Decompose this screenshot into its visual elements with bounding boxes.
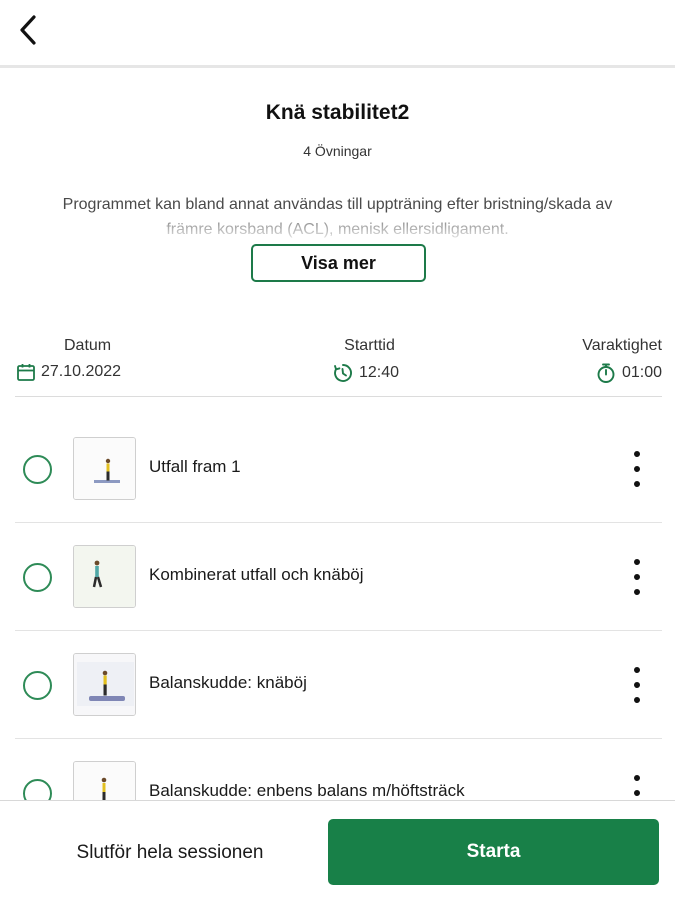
- start-time-value: 12:40: [359, 364, 400, 381]
- duration-info: Varaktighet 01:00: [582, 336, 662, 384]
- date-info: Datum 27.10.2022: [16, 336, 121, 382]
- app-screen: Knä stabilitet2 4 Övningar Programmet ka…: [0, 0, 675, 900]
- more-options-icon[interactable]: [627, 667, 647, 703]
- duration-label: Varaktighet: [582, 337, 662, 354]
- exercise-thumbnail: [73, 545, 136, 608]
- exercise-name: Balanskudde: knäböj: [149, 673, 307, 692]
- list-item[interactable]: Balanskudde: knäböj: [0, 631, 675, 739]
- start-time-info: Starttid 12:40: [332, 336, 399, 384]
- program-title: Knä stabilitet2: [265, 101, 410, 124]
- start-time-label: Starttid: [344, 337, 395, 354]
- duration-value: 01:00: [621, 364, 662, 381]
- list-item[interactable]: Kombinerat utfall och knäböj: [0, 523, 675, 631]
- chevron-left-icon: [20, 15, 36, 45]
- exercise-thumbnail: [73, 653, 136, 716]
- description-fade: [40, 214, 635, 242]
- exercise-name: Utfall fram 1: [149, 457, 241, 476]
- complete-checkbox[interactable]: [23, 563, 52, 592]
- complete-checkbox[interactable]: [23, 779, 52, 800]
- list-item[interactable]: Balanskudde: enbens balans m/höftsträck: [0, 739, 675, 800]
- stopwatch-icon: [597, 363, 615, 383]
- clock-icon: [334, 364, 352, 382]
- exercise-name: Kombinerat utfall och knäböj: [149, 565, 364, 584]
- more-options-icon[interactable]: [627, 559, 647, 595]
- start-button[interactable]: Starta: [328, 819, 659, 885]
- exercise-list[interactable]: Utfall fram 1 Kombinerat utfall och knäb…: [0, 415, 675, 800]
- list-item[interactable]: Utfall fram 1: [0, 415, 675, 523]
- calendar-icon: [17, 364, 35, 381]
- finish-session-button[interactable]: Slutför hela sessionen: [40, 831, 300, 875]
- exercise-thumbnail: [73, 761, 136, 800]
- top-bar: [0, 0, 675, 68]
- exercise-thumbnail: [73, 437, 136, 500]
- date-label: Datum: [64, 337, 112, 354]
- complete-checkbox[interactable]: [23, 455, 52, 484]
- exercise-name: Balanskudde: enbens balans m/höftsträck: [149, 781, 465, 800]
- info-divider: [15, 396, 662, 397]
- more-options-icon[interactable]: [627, 775, 647, 800]
- exercise-count: 4 Övningar: [303, 143, 372, 159]
- more-options-icon[interactable]: [627, 451, 647, 487]
- date-value: 27.10.2022: [41, 363, 122, 380]
- complete-checkbox[interactable]: [23, 671, 52, 700]
- show-more-button[interactable]: Visa mer: [251, 244, 426, 282]
- bottom-action-bar: Slutför hela sessionen Starta: [0, 800, 675, 900]
- back-button[interactable]: [10, 12, 46, 48]
